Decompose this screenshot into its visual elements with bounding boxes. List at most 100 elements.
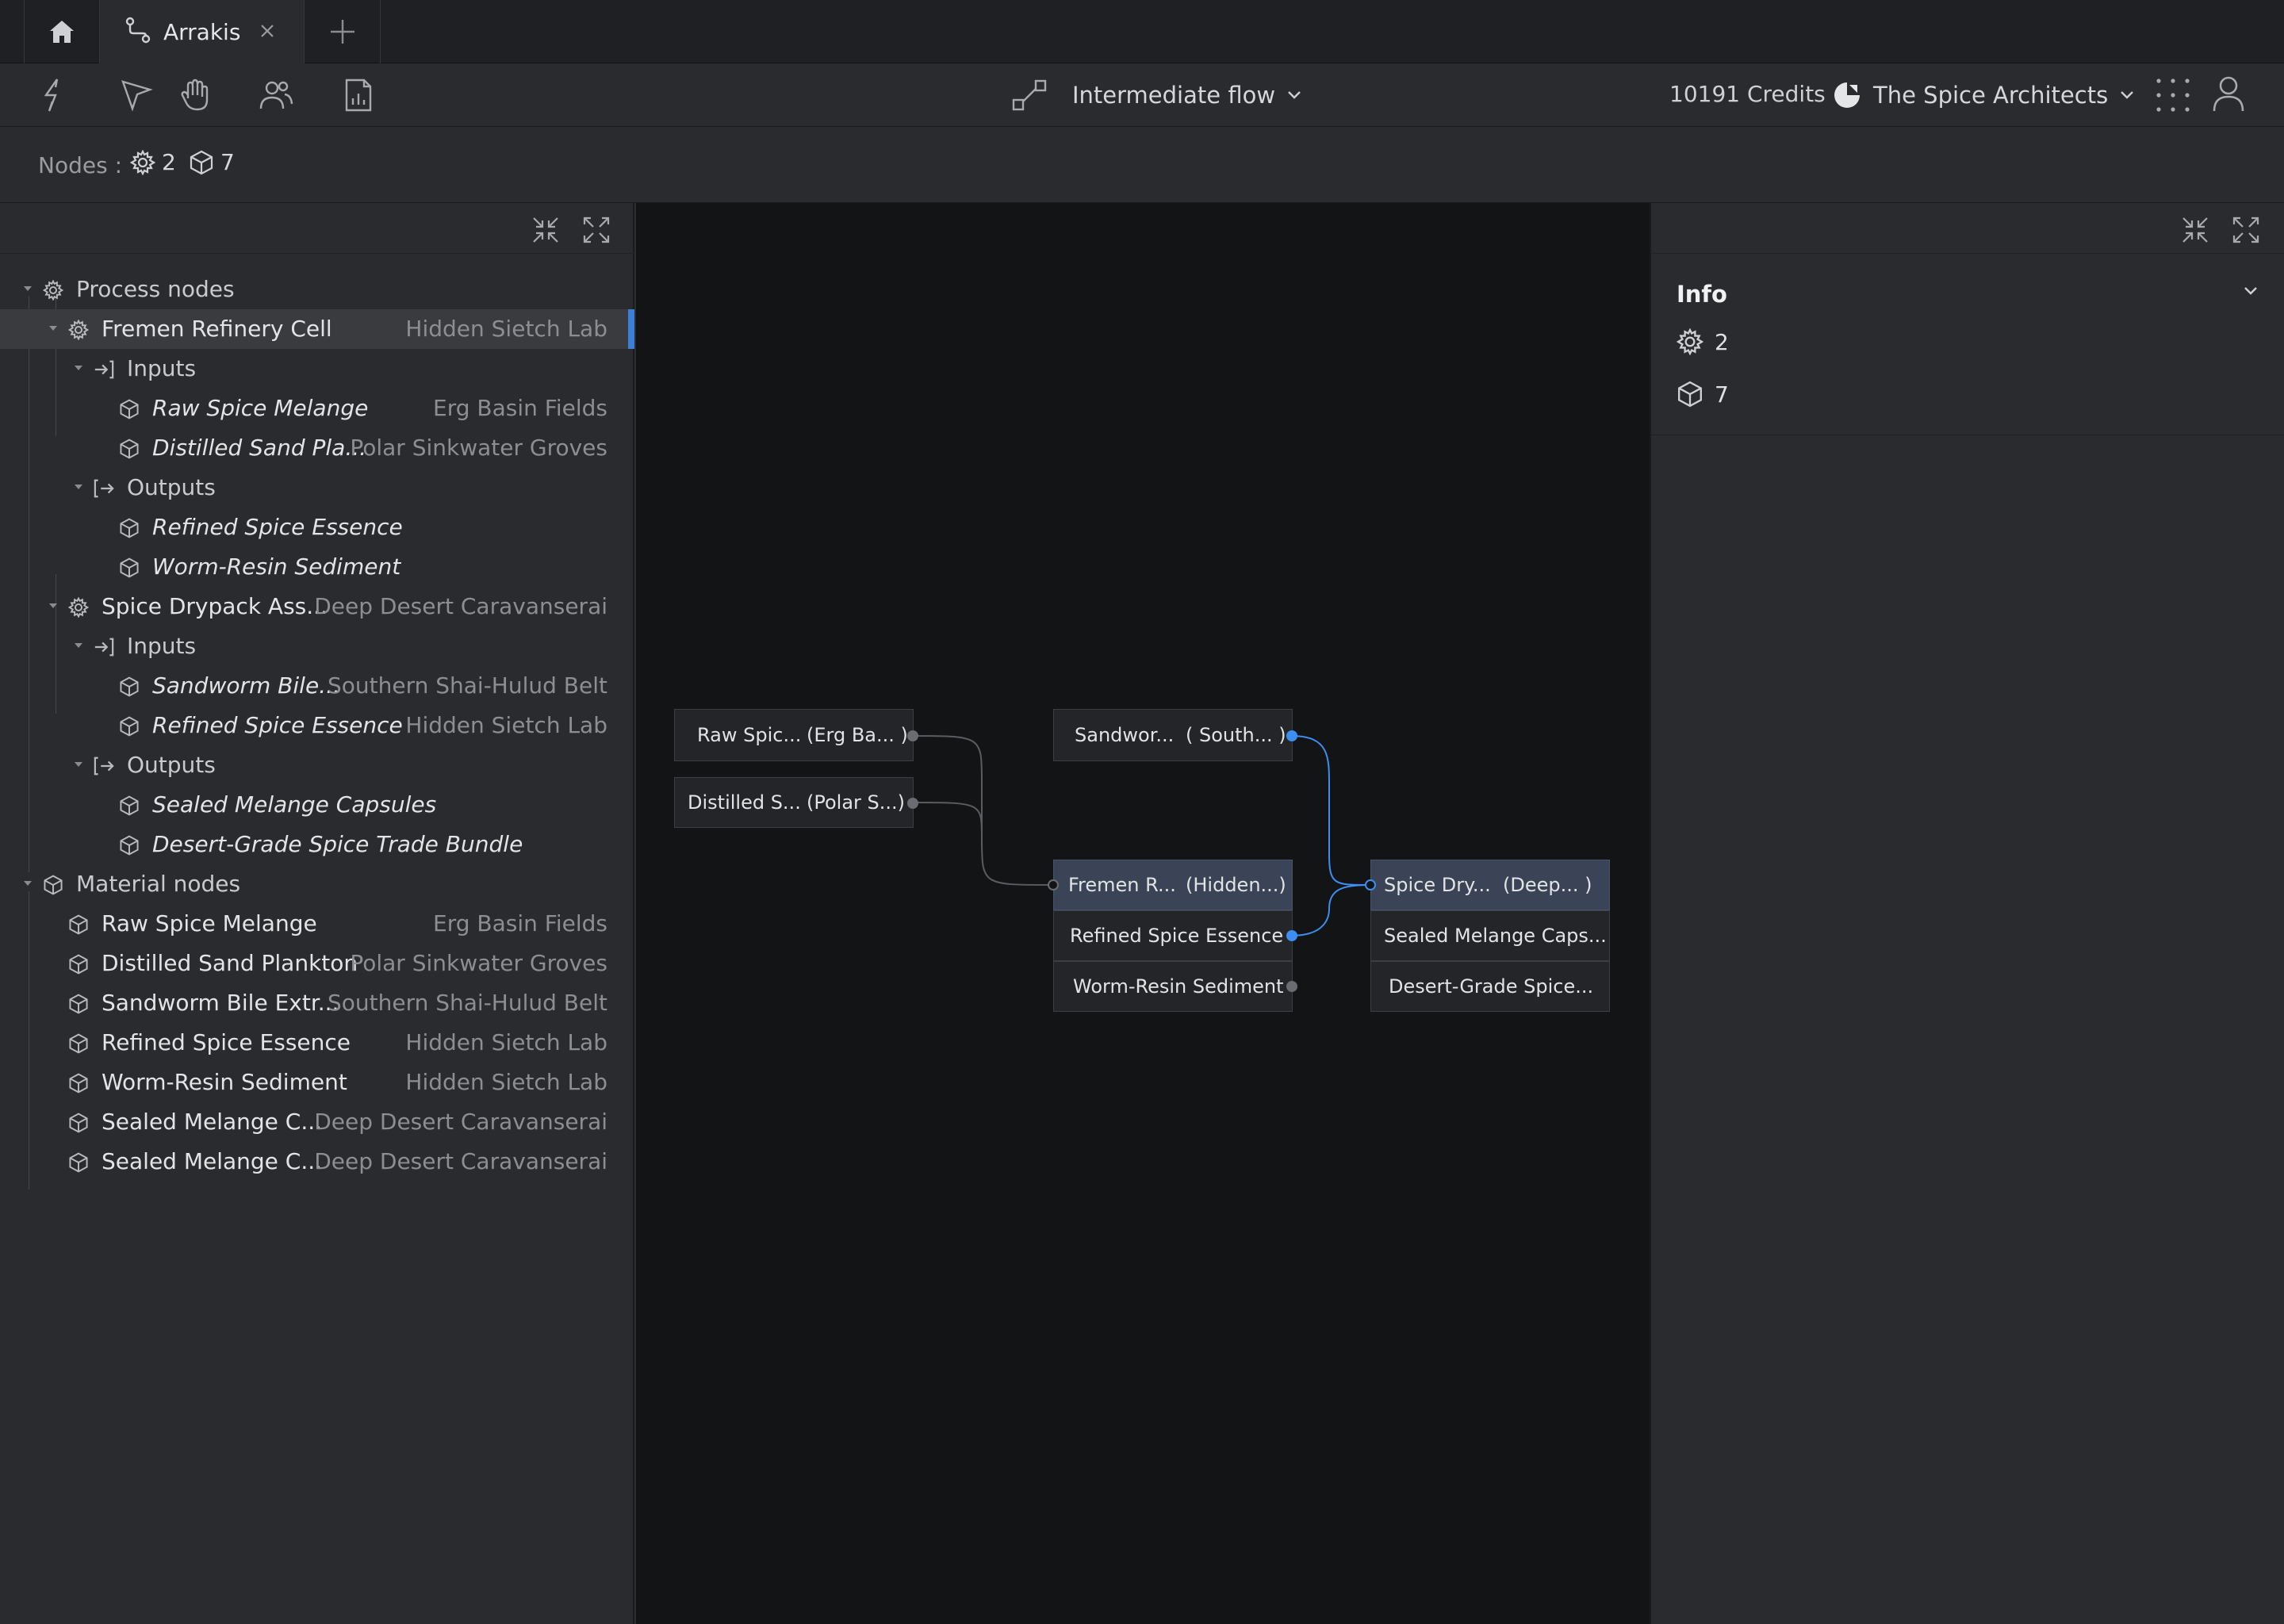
tree-item-desert-grade-bundle[interactable]: Desert-Grade Spice Trade Bundle [0, 825, 634, 864]
collapse-panel-button[interactable] [2179, 214, 2211, 246]
graph-node-label: Distilled S... [688, 791, 801, 814]
input-port[interactable] [1365, 879, 1376, 891]
flow-type-icon [1010, 76, 1048, 114]
tree-material-nodes-group[interactable]: Material nodes [0, 864, 634, 904]
graph-node-sandworm[interactable]: Sandwor... ( South... ) [1053, 709, 1297, 761]
graph-node-output[interactable]: Worm-Resin Sediment [1053, 961, 1297, 1012]
graph-node-output-label: Sealed Melange Caps... [1384, 925, 1607, 947]
graph-node-raw-spice[interactable]: Raw Spic... (Erg Ba... ) [674, 709, 918, 761]
nodes-summary-bar: Nodes : 2 7 [0, 127, 2284, 203]
tree-item-raw-spice-melange[interactable]: Raw Spice Melange Erg Basin Fields [0, 389, 634, 428]
tree-item-location: Polar Sinkwater Groves [350, 950, 607, 976]
tree-item-location: Hidden Sietch Lab [405, 712, 607, 738]
info-panel: Info 2 7 [1650, 203, 2284, 1624]
graph-node-label: Spice Dry... [1384, 874, 1491, 896]
flow-icon [125, 17, 151, 44]
cube-icon [1678, 381, 1702, 408]
tree-material-item[interactable]: Refined Spice Essence Hidden Sietch Lab [0, 1023, 634, 1063]
hand-icon [181, 79, 209, 111]
cube-icon [120, 399, 139, 419]
cube-icon [69, 1113, 88, 1133]
gear-icon [68, 597, 89, 618]
tree-outputs-label: Outputs [127, 752, 216, 778]
graph-node-location: (Deep... ) [1503, 874, 1592, 896]
process-count: 2 [130, 149, 176, 175]
tree-item-distilled-sand-plankton[interactable]: Distilled Sand Pla... Polar Sinkwater Gr… [0, 428, 634, 468]
org-select-dropdown[interactable]: The Spice Architects [1834, 75, 2135, 116]
users-tool-button[interactable] [257, 76, 295, 114]
tree-material-item[interactable]: Sealed Melange C... Deep Desert Caravans… [0, 1142, 634, 1182]
graph-node-fremen-refinery[interactable]: Fremen R... (Hidden...) [1048, 860, 1293, 910]
flow-canvas[interactable]: Raw Spic... (Erg Ba... ) Distilled S... … [636, 203, 1650, 1624]
graph-node-location: ( South... ) [1186, 724, 1286, 746]
tree-material-item[interactable]: Raw Spice Melange Erg Basin Fields [0, 904, 634, 944]
tree-outputs-group[interactable]: Outputs [0, 468, 634, 508]
tree-item-spice-drypack[interactable]: Spice Drypack Ass... Deep Desert Caravan… [0, 587, 634, 626]
input-arrow-icon [94, 638, 114, 657]
output-port[interactable] [907, 730, 918, 741]
tree-material-item[interactable]: Worm-Resin Sediment Hidden Sietch Lab [0, 1063, 634, 1102]
select-tool-button[interactable] [117, 76, 155, 114]
chevron-down-icon[interactable] [2243, 285, 2259, 297]
output-arrow-icon [94, 479, 114, 498]
tree-material-item[interactable]: Sandworm Bile Extr... Southern Shai-Hulu… [0, 983, 634, 1023]
cube-icon [120, 835, 139, 856]
material-count: 7 [189, 149, 235, 175]
tree-item-sealed-melange-capsules[interactable]: Sealed Melange Capsules [0, 785, 634, 825]
tree-item-location: Hidden Sietch Lab [405, 1029, 607, 1055]
tab-close-button[interactable] [255, 19, 279, 43]
close-icon [261, 25, 274, 37]
gear-icon [43, 280, 63, 301]
tree-item-name: Sealed Melange C... [102, 1109, 323, 1135]
graph-node-distilled[interactable]: Distilled S... (Polar S...) [674, 777, 918, 828]
graph-node-output[interactable]: Refined Spice Essence [1053, 910, 1297, 961]
tree-inputs-group[interactable]: Inputs [0, 626, 634, 666]
new-tab-button[interactable] [305, 0, 381, 63]
tab-arrakis[interactable]: Arrakis [100, 0, 305, 63]
expand-panel-button[interactable] [2230, 214, 2262, 246]
tree-process-nodes-group[interactable]: Process nodes [0, 270, 634, 309]
tree-item-refined-spice-essence[interactable]: Refined Spice Essence [0, 508, 634, 547]
output-port[interactable] [1286, 930, 1297, 941]
tree-item-sandworm-bile[interactable]: Sandworm Bile... Southern Shai-Hulud Bel… [0, 666, 634, 706]
lightning-tool-button[interactable] [35, 76, 73, 114]
output-port[interactable] [1286, 730, 1297, 741]
tree-material-item[interactable]: Sealed Melange C... Deep Desert Caravans… [0, 1102, 634, 1142]
left-panel-header [0, 203, 634, 254]
output-port[interactable] [1286, 981, 1297, 992]
user-profile-button[interactable] [2211, 75, 2249, 116]
tab-title: Arrakis [163, 18, 241, 45]
flow-select-dropdown[interactable]: Intermediate flow [1072, 78, 1302, 113]
tree-outputs-group[interactable]: Outputs [0, 745, 634, 785]
tree-inputs-label: Inputs [127, 633, 197, 659]
graph-node-location: (Erg Ba... ) [807, 724, 908, 746]
graph-node-output[interactable]: Sealed Melange Caps... [1370, 910, 1610, 961]
tree-item-name: Sandworm Bile... [152, 672, 340, 699]
input-port[interactable] [1048, 879, 1059, 891]
tree-item-refined-spice-essence[interactable]: Refined Spice Essence Hidden Sietch Lab [0, 706, 634, 745]
graph-node-spice-drypack[interactable]: Spice Dry... (Deep... ) [1365, 860, 1610, 910]
graph-node-location: (Hidden...) [1186, 874, 1286, 896]
tree-item-location: Deep Desert Caravanserai [314, 1148, 607, 1174]
collapse-all-button[interactable] [530, 214, 561, 246]
pan-tool-button[interactable] [176, 76, 214, 114]
expand-all-button[interactable] [581, 214, 612, 246]
graph-node-output-label: Refined Spice Essence [1070, 925, 1284, 947]
tree-material-item[interactable]: Distilled Sand Plankton Polar Sinkwater … [0, 944, 634, 983]
wire-raw-to-fremen [911, 735, 1052, 886]
collapse-icon [2182, 217, 2208, 243]
graph-node-output[interactable]: Desert-Grade Spice... [1370, 961, 1610, 1012]
tree-item-fremen-refinery-cell[interactable]: Fremen Refinery Cell Hidden Sietch Lab [0, 309, 634, 349]
apps-button[interactable] [2154, 76, 2192, 114]
tab-home[interactable] [24, 0, 100, 63]
tree-inputs-group[interactable]: Inputs [0, 349, 634, 389]
tree-item-location: Polar Sinkwater Groves [350, 435, 607, 461]
cube-icon [69, 1033, 88, 1054]
cube-icon [69, 994, 88, 1014]
tree-item-location: Deep Desert Caravanserai [314, 1109, 607, 1135]
output-port[interactable] [907, 798, 918, 809]
report-tool-button[interactable] [339, 76, 377, 114]
tree-item-worm-resin-sediment[interactable]: Worm-Resin Sediment [0, 547, 634, 587]
tree-item-location: Southern Shai-Hulud Belt [327, 672, 607, 699]
cube-icon [69, 1073, 88, 1094]
